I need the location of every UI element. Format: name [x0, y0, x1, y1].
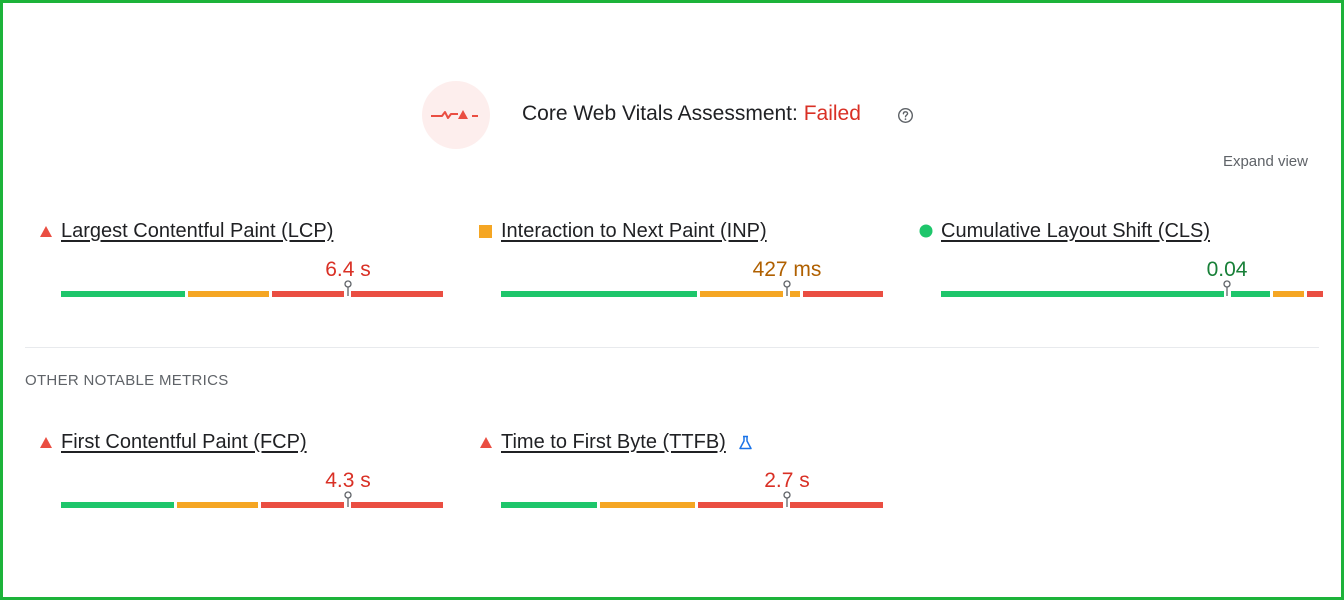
- metric-header: Time to First Byte (TTFB): [479, 429, 753, 455]
- experimental-flask-icon: [739, 435, 752, 449]
- section-divider: [25, 347, 1319, 348]
- needs-improvement-segment: [600, 502, 695, 508]
- metric-value: 4.3 s: [325, 469, 371, 492]
- poor-range-segment: [1307, 291, 1323, 297]
- metric-ttfb: Time to First Byte (TTFB) 2.7 s: [479, 429, 883, 529]
- metric-fcp: First Contentful Paint (FCP) 4.3 s: [39, 429, 443, 529]
- good-range-segment: [501, 291, 697, 297]
- good-range-segment: [61, 502, 174, 508]
- poor-range-segment: [261, 502, 344, 508]
- orange-square-icon: [479, 224, 501, 238]
- metric-value: 427 ms: [752, 258, 822, 281]
- assessment-title: Core Web Vitals Assessment: Failed: [522, 102, 861, 126]
- needs-improvement-segment: [790, 291, 800, 297]
- metric-name-link[interactable]: Cumulative Layout Shift (CLS): [941, 220, 1210, 243]
- metric-name-link[interactable]: Time to First Byte (TTFB): [501, 431, 726, 454]
- metric-value: 6.4 s: [325, 258, 371, 281]
- poor-range-segment: [698, 502, 783, 508]
- good-range-segment: [61, 291, 185, 297]
- expand-view-link[interactable]: Expand view: [1223, 153, 1308, 170]
- poor-range-segment: [790, 502, 883, 508]
- metric-lcp: Largest Contentful Paint (LCP) 6.4 s: [39, 218, 443, 318]
- value-marker-icon: [1223, 280, 1231, 296]
- assessment-status: Failed: [803, 102, 861, 125]
- question-circle-icon[interactable]: [897, 107, 914, 124]
- metric-inp: Interaction to Next Paint (INP) 427 ms: [479, 218, 883, 318]
- assessment-title-prefix: Core Web Vitals Assessment:: [522, 102, 804, 125]
- good-range-segment: [1231, 291, 1270, 297]
- red-triangle-icon: [39, 436, 61, 449]
- metric-header: Cumulative Layout Shift (CLS): [919, 218, 1210, 244]
- poor-range-segment: [351, 502, 443, 508]
- metric-header: First Contentful Paint (FCP): [39, 429, 307, 455]
- metric-value: 2.7 s: [764, 469, 810, 492]
- other-metrics-heading: OTHER NOTABLE METRICS: [25, 372, 229, 389]
- poor-range-segment: [803, 291, 883, 297]
- needs-improvement-segment: [700, 291, 783, 297]
- red-triangle-icon: [479, 436, 501, 449]
- metric-header: Interaction to Next Paint (INP): [479, 218, 767, 244]
- needs-improvement-segment: [177, 502, 258, 508]
- green-circle-icon: [919, 224, 941, 238]
- metric-value: 0.04: [1206, 258, 1248, 281]
- poor-range-segment: [351, 291, 443, 297]
- metric-name-link[interactable]: Largest Contentful Paint (LCP): [61, 220, 333, 243]
- needs-improvement-segment: [1273, 291, 1304, 297]
- good-range-segment: [501, 502, 597, 508]
- assessment-status-icon: [422, 81, 490, 149]
- poor-range-segment: [272, 291, 344, 297]
- metric-name-link[interactable]: First Contentful Paint (FCP): [61, 431, 307, 454]
- metric-name-link[interactable]: Interaction to Next Paint (INP): [501, 220, 767, 243]
- pulse-warning-icon: [431, 110, 478, 119]
- needs-improvement-segment: [188, 291, 269, 297]
- good-range-segment: [941, 291, 1224, 297]
- metric-header: Largest Contentful Paint (LCP): [39, 218, 333, 244]
- metric-cls: Cumulative Layout Shift (CLS) 0.04: [919, 218, 1323, 318]
- red-triangle-icon: [39, 225, 61, 238]
